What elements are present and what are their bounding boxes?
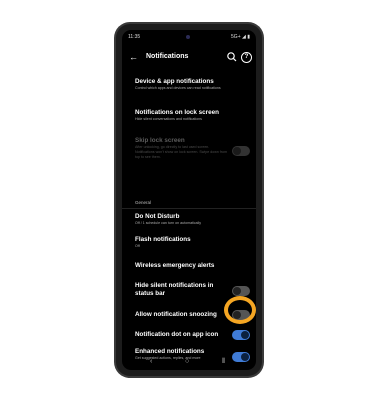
fold-hinge: [122, 208, 256, 209]
phone-screen: 11:35 5G+ ◢ ▮ ← Notifications ? Device &…: [122, 30, 256, 370]
item-title: Notifications on lock screen: [135, 109, 219, 116]
status-signal: 5G+ ◢ ▮: [231, 34, 250, 40]
settings-item-flash-notifications[interactable]: Flash notifications Off: [135, 236, 253, 249]
app-bar: ← Notifications ?: [122, 47, 256, 69]
item-subtitle: Off: [135, 244, 140, 248]
item-subtitle: After unlocking, go directly to last use…: [135, 145, 227, 159]
notification-dot-toggle[interactable]: [232, 330, 250, 340]
snoozing-toggle[interactable]: [232, 310, 250, 320]
item-title: Wireless emergency alerts: [135, 262, 215, 269]
settings-item-notification-snoozing[interactable]: Allow notification snoozing: [135, 311, 231, 319]
help-icon[interactable]: ?: [241, 52, 252, 63]
settings-item-lock-screen[interactable]: Notifications on lock screen Hide silent…: [135, 109, 253, 122]
nav-home-icon[interactable]: ○: [185, 358, 189, 365]
item-title: Device & app notifications: [135, 78, 214, 85]
item-title: Enhanced notifications: [135, 348, 205, 355]
item-title: Hide silent notifications in status bar: [135, 282, 214, 297]
status-time: 11:35: [128, 34, 141, 40]
skip-lock-screen-toggle: [232, 146, 250, 156]
settings-item-skip-lock-screen: Skip lock screen After unlocking, go dir…: [135, 137, 227, 159]
phone-device: 11:35 5G+ ◢ ▮ ← Notifications ? Device &…: [116, 24, 262, 376]
item-subtitle: Off / 1 schedule can turn on automatical…: [135, 221, 202, 225]
page-title: Notifications: [146, 53, 189, 60]
item-title: Do Not Disturb: [135, 213, 180, 220]
status-bar: 11:35 5G+ ◢ ▮: [122, 30, 256, 44]
settings-item-do-not-disturb[interactable]: Do Not Disturb Off / 1 schedule can turn…: [135, 213, 253, 226]
hide-silent-toggle[interactable]: [232, 286, 250, 296]
back-arrow-icon[interactable]: ←: [129, 52, 138, 62]
item-title: Allow notification snoozing: [135, 311, 217, 318]
item-subtitle: Control which apps and devices can read …: [135, 86, 221, 90]
settings-item-hide-silent[interactable]: Hide silent notifications in status bar: [135, 282, 227, 298]
search-icon[interactable]: [225, 50, 239, 64]
item-title: Notification dot on app icon: [135, 331, 219, 338]
nav-back-icon[interactable]: ‹: [150, 358, 152, 365]
item-title: Flash notifications: [135, 236, 191, 243]
settings-item-notification-dot[interactable]: Notification dot on app icon: [135, 331, 231, 339]
item-title: Skip lock screen: [135, 137, 185, 144]
front-camera: [186, 35, 190, 39]
navigation-bar: ‹ ○ ⦀: [122, 356, 256, 370]
item-subtitle: Hide silent conversations and notificati…: [135, 117, 202, 121]
settings-item-wireless-emergency-alerts[interactable]: Wireless emergency alerts: [135, 262, 253, 270]
section-header-general: General: [135, 200, 152, 205]
nav-recents-icon[interactable]: ⦀: [222, 358, 225, 366]
settings-item-device-app-notifications[interactable]: Device & app notifications Control which…: [135, 78, 253, 91]
